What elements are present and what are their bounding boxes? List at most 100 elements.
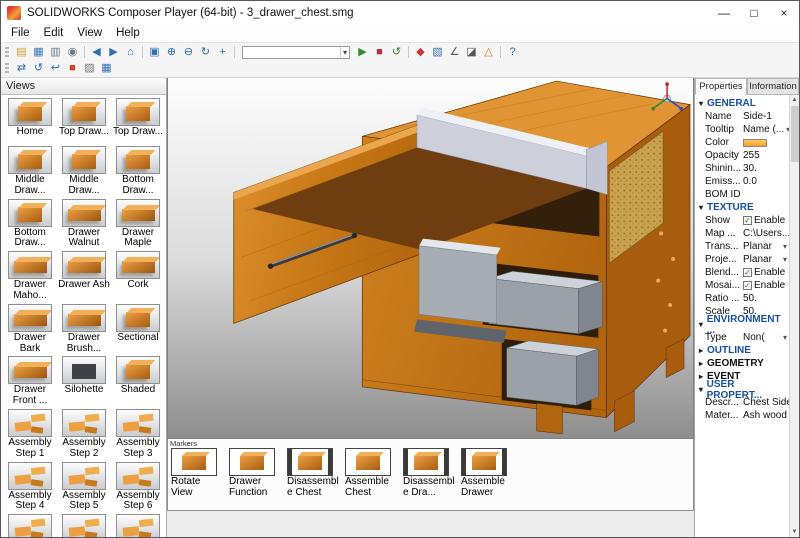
scroll-up-icon[interactable]: ▲	[792, 95, 798, 105]
view-thumbnail[interactable]	[116, 251, 160, 280]
view-thumbnail[interactable]	[8, 98, 52, 126]
view-thumbnail[interactable]	[62, 408, 106, 437]
property-row-descr[interactable]: Descr... Chest Side	[695, 396, 789, 409]
properties-panel-icon[interactable]: ▦	[30, 45, 47, 60]
view-thumbnail[interactable]	[116, 356, 160, 385]
property-row-mosai[interactable]: Mosai... ✓ Enable	[695, 279, 789, 292]
view-item-drawer-maho[interactable]: Drawer Maho...	[3, 251, 57, 302]
menu-item-edit[interactable]: Edit	[37, 27, 71, 39]
view-item-assembly-step-9[interactable]: Assembly Step 9	[111, 514, 165, 537]
home-view-icon[interactable]: ⌂	[122, 45, 139, 60]
translate-part-icon[interactable]: ⇄	[13, 61, 30, 76]
marker-thumbnail[interactable]	[171, 448, 217, 476]
property-row-bom-id[interactable]: BOM ID	[695, 188, 789, 201]
property-row-blend[interactable]: Blend... ✓ Enable	[695, 266, 789, 279]
view-item-assembly-step-1[interactable]: Assembly Step 1	[3, 408, 57, 460]
property-row-emiss[interactable]: Emiss... 0.0	[695, 175, 789, 188]
view-thumbnail[interactable]	[62, 461, 106, 490]
checkbox-icon[interactable]: ✓	[743, 216, 752, 225]
property-row-tooltip[interactable]: Tooltip Name (...▾	[695, 123, 789, 136]
view-item-drawer-maple[interactable]: Drawer Maple	[111, 198, 165, 250]
view-thumbnail[interactable]	[62, 356, 106, 385]
help-icon[interactable]: ?	[504, 45, 521, 60]
view-item-drawer-walnut[interactable]: Drawer Walnut	[57, 198, 111, 250]
section-environment[interactable]: ▾ ENVIRONMENT ...	[695, 314, 789, 336]
print-icon[interactable]: ▥	[47, 45, 64, 60]
view-thumbnail[interactable]	[62, 198, 106, 227]
zoom-out-icon[interactable]: ⊖	[180, 45, 197, 60]
view-item-shaded[interactable]: Shaded	[111, 356, 165, 407]
view-thumbnail[interactable]	[8, 461, 52, 490]
view-item-middle-draw[interactable]: Middle Draw...	[3, 146, 57, 197]
property-row-trans[interactable]: Trans... Planar ▾	[695, 240, 789, 253]
view-item-assembly-step-6[interactable]: Assembly Step 6	[111, 461, 165, 513]
view-item-silohette[interactable]: Silohette	[57, 356, 111, 407]
property-row-opacity[interactable]: Opacity 255	[695, 149, 789, 162]
3d-scene[interactable]	[168, 78, 693, 438]
view-thumbnail[interactable]	[8, 146, 52, 174]
view-item-drawer-bark[interactable]: Drawer Bark	[3, 303, 57, 355]
menu-item-help[interactable]: Help	[109, 27, 147, 39]
explode-icon[interactable]: △	[480, 45, 497, 60]
view-thumbnail[interactable]	[62, 98, 106, 126]
view-thumbnail[interactable]	[116, 198, 160, 227]
view-thumbnail[interactable]	[116, 514, 160, 537]
next-view-icon[interactable]: ▶	[105, 45, 122, 60]
marker-drawer-function[interactable]: Drawer Function	[229, 448, 281, 499]
view-item-home[interactable]: Home	[3, 98, 57, 144]
grid-icon[interactable]: ▦	[98, 61, 115, 76]
view-thumbnail[interactable]	[8, 303, 52, 332]
marker-thumbnail[interactable]	[403, 448, 449, 476]
marker-assemble-chest[interactable]: Assemble Chest	[345, 448, 397, 499]
view-item-assembly-step-2[interactable]: Assembly Step 2	[57, 408, 111, 460]
marker-thumbnail[interactable]	[287, 448, 333, 476]
dropdown-caret-icon[interactable]: ▾	[339, 46, 349, 58]
fit-view-icon[interactable]: ▣	[146, 45, 163, 60]
view-thumbnail[interactable]	[8, 356, 52, 385]
view-item-sectional[interactable]: Sectional	[111, 303, 165, 355]
property-row-color[interactable]: Color	[695, 136, 789, 149]
rotate-view-icon[interactable]: ↻	[197, 45, 214, 60]
property-row-map[interactable]: Map ... C:\Users...	[695, 227, 789, 240]
menu-item-file[interactable]: File	[4, 27, 37, 39]
view-item-top-draw[interactable]: Top Draw...	[57, 98, 111, 144]
view-item-drawer-ash[interactable]: Drawer Ash	[57, 251, 111, 302]
view-thumbnail[interactable]	[116, 98, 160, 126]
view-item-bottom-draw[interactable]: Bottom Draw...	[3, 198, 57, 250]
markers-toggle-icon[interactable]: ◆	[412, 45, 429, 60]
views-panel-tab[interactable]: Views	[1, 78, 166, 95]
property-row-name[interactable]: Name Side-1	[695, 110, 789, 123]
measure-icon[interactable]: ∠	[446, 45, 463, 60]
pan-view-icon[interactable]: +	[214, 45, 231, 60]
view-thumbnail[interactable]	[8, 408, 52, 437]
view-item-assembly-step-5[interactable]: Assembly Step 5	[57, 461, 111, 513]
marker-disassemble-dra[interactable]: Disassemble Dra...	[403, 448, 455, 499]
middle-drawer-box[interactable]	[488, 271, 603, 335]
view-thumbnail[interactable]	[62, 514, 106, 537]
view-thumbnail[interactable]	[116, 146, 160, 174]
paint-part-icon[interactable]: ■	[64, 61, 81, 76]
view-item-assembly-step-4[interactable]: Assembly Step 4	[3, 461, 57, 513]
view-thumbnail[interactable]	[62, 146, 106, 174]
view-thumbnail[interactable]	[116, 408, 160, 437]
property-row-type[interactable]: Type Non(▾	[695, 331, 789, 344]
menu-item-view[interactable]: View	[70, 27, 109, 39]
marker-rotate-view[interactable]: Rotate View	[171, 448, 223, 499]
marker-thumbnail[interactable]	[229, 448, 275, 476]
section-texture[interactable]: ▾ TEXTURE	[695, 201, 789, 214]
property-row-proje[interactable]: Proje... Planar ▾	[695, 253, 789, 266]
view-thumbnail[interactable]	[8, 198, 52, 227]
marker-thumbnail[interactable]	[461, 448, 507, 476]
property-row-shinin[interactable]: Shinin... 30.	[695, 162, 789, 175]
color-swatch[interactable]	[743, 138, 767, 147]
view-item-bottom-draw[interactable]: Bottom Draw...	[111, 146, 165, 197]
view-item-middle-draw[interactable]: Middle Draw...	[57, 146, 111, 197]
tab-information[interactable]: Information	[747, 78, 799, 95]
zoom-in-icon[interactable]: ⊕	[163, 45, 180, 60]
property-row-mater[interactable]: Mater... Ash wood	[695, 409, 789, 422]
view-item-top-draw[interactable]: Top Draw...	[111, 98, 165, 144]
section-general[interactable]: ▾ GENERAL	[695, 97, 789, 110]
section-outline[interactable]: ▸ OUTLINE	[695, 344, 789, 357]
view-item-drawer-brush[interactable]: Drawer Brush...	[57, 303, 111, 355]
view-thumbnail[interactable]	[62, 303, 106, 332]
